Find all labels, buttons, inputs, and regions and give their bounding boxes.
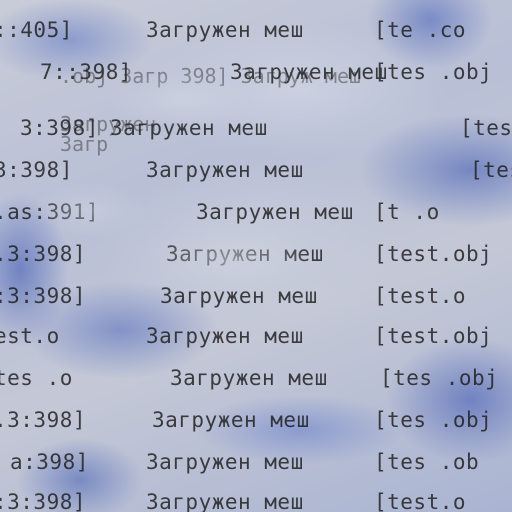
log-file: [test.obj [374, 324, 493, 348]
log-file: [test.o [374, 284, 467, 308]
log-file: [tes .obj [380, 366, 499, 390]
log-file: [test.c [460, 116, 512, 140]
log-source: .3:398] [0, 408, 87, 432]
log-file: [tes .obj [374, 60, 493, 84]
log-source: tes .o [0, 366, 73, 390]
log-message: Загружен меш [196, 200, 354, 224]
log-source: :3:398] [0, 490, 87, 512]
log-file: [te .co [374, 18, 467, 42]
log-source: ::405] [0, 18, 73, 42]
log-row: est.o Загружен меш [test.obj [0, 324, 512, 348]
log-file: [test.o [374, 490, 467, 512]
ghost-log-text: Загр [60, 132, 109, 156]
log-row: ::405] Загружен меш [te .co [0, 18, 512, 42]
log-source: .as:391] [0, 200, 100, 224]
log-file: [tes .obj [374, 408, 493, 432]
log-row: 3:398] Загружен меш [test.o [0, 158, 512, 182]
log-message: Загружен меш [166, 242, 324, 266]
log-message: Загружен меш [146, 18, 304, 42]
log-source: .3:398] [0, 242, 87, 266]
log-row: :3:398] Загружен меш [test.o [0, 284, 512, 308]
log-message: Загружен меш [170, 366, 328, 390]
log-file: [tes .ob [374, 450, 480, 474]
ghost-log-text: .obj Загр 398] Загруж меш [60, 64, 362, 88]
log-row: .3:398] Загружен меш [test.obj [0, 242, 512, 266]
log-message: Загружен меш [160, 284, 318, 308]
sky-background: ::405] Загружен меш [te .co 7::398] Загр… [0, 0, 512, 512]
log-source: a:398] [10, 450, 89, 474]
log-message: Загружен меш [152, 408, 310, 432]
log-file: [test.obj [374, 242, 493, 266]
log-row: .as:391] Загружен меш [t .o [0, 200, 512, 224]
log-message: Загружен меш [146, 158, 304, 182]
log-file: [test.o [470, 158, 512, 182]
log-row: tes .o Загружен меш [tes .obj [0, 366, 512, 390]
log-source: est.o [0, 324, 60, 348]
log-row: :3:398] Загружен меш [test.o [0, 490, 512, 512]
log-source: :3:398] [0, 284, 87, 308]
log-message: Загружен меш [146, 450, 304, 474]
log-message: Загружен меш [146, 324, 304, 348]
log-row: a:398] Загружен меш [tes .ob [0, 450, 512, 474]
log-file: [t .o [374, 200, 440, 224]
log-message: Загружен меш [146, 490, 304, 512]
log-row: .3:398] Загружен меш [tes .obj [0, 408, 512, 432]
log-source: 3:398] [0, 158, 73, 182]
